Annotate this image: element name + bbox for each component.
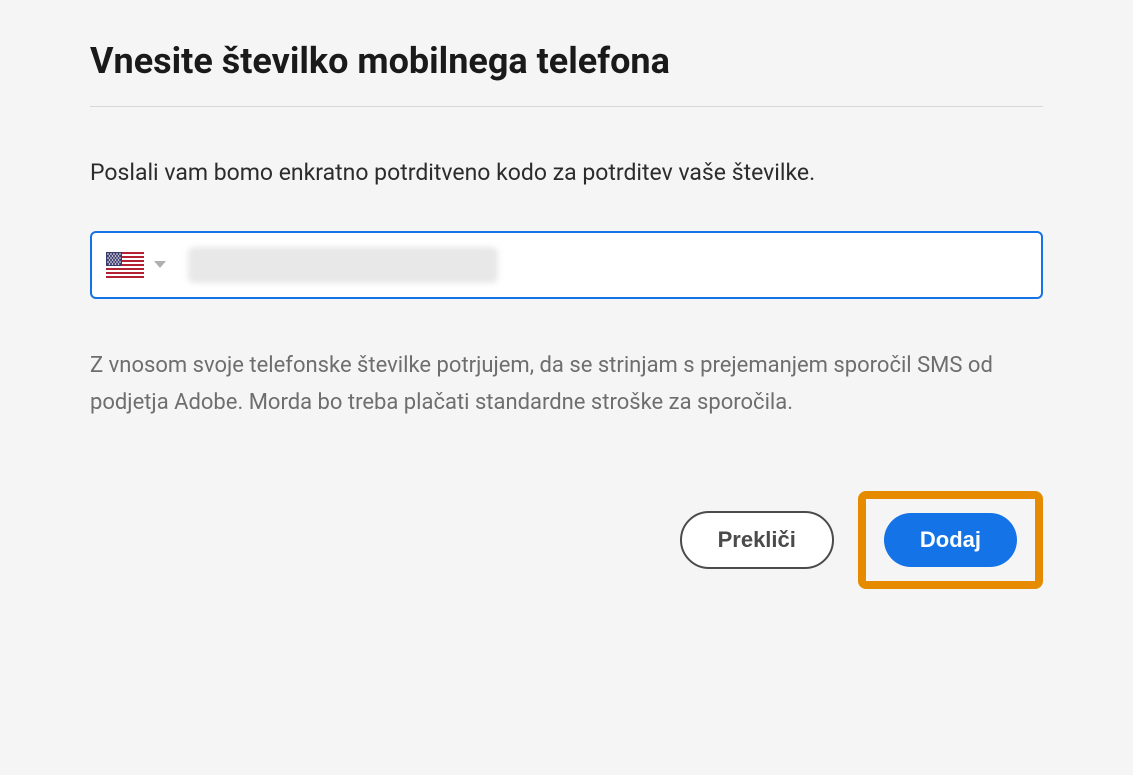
disclaimer-text: Z vnosom svoje telefonske številke potrj…	[90, 347, 1043, 422]
country-selector[interactable]	[106, 252, 176, 278]
divider	[90, 106, 1043, 107]
chevron-down-icon	[154, 261, 166, 268]
button-row: Prekliči Dodaj	[90, 491, 1043, 589]
description-text: Poslali vam bomo enkratno potrditveno ko…	[90, 155, 1043, 191]
phone-input[interactable]	[498, 252, 1027, 278]
page-title: Vnesite številko mobilnega telefona	[90, 40, 1043, 82]
add-button[interactable]: Dodaj	[884, 513, 1017, 567]
phone-number-redacted	[188, 247, 498, 283]
dialog-container: Vnesite številko mobilnega telefona Posl…	[90, 40, 1043, 589]
cancel-button[interactable]: Prekliči	[680, 511, 834, 569]
highlight-annotation: Dodaj	[858, 491, 1043, 589]
phone-input-wrapper[interactable]	[90, 231, 1043, 299]
us-flag-icon	[106, 252, 144, 278]
